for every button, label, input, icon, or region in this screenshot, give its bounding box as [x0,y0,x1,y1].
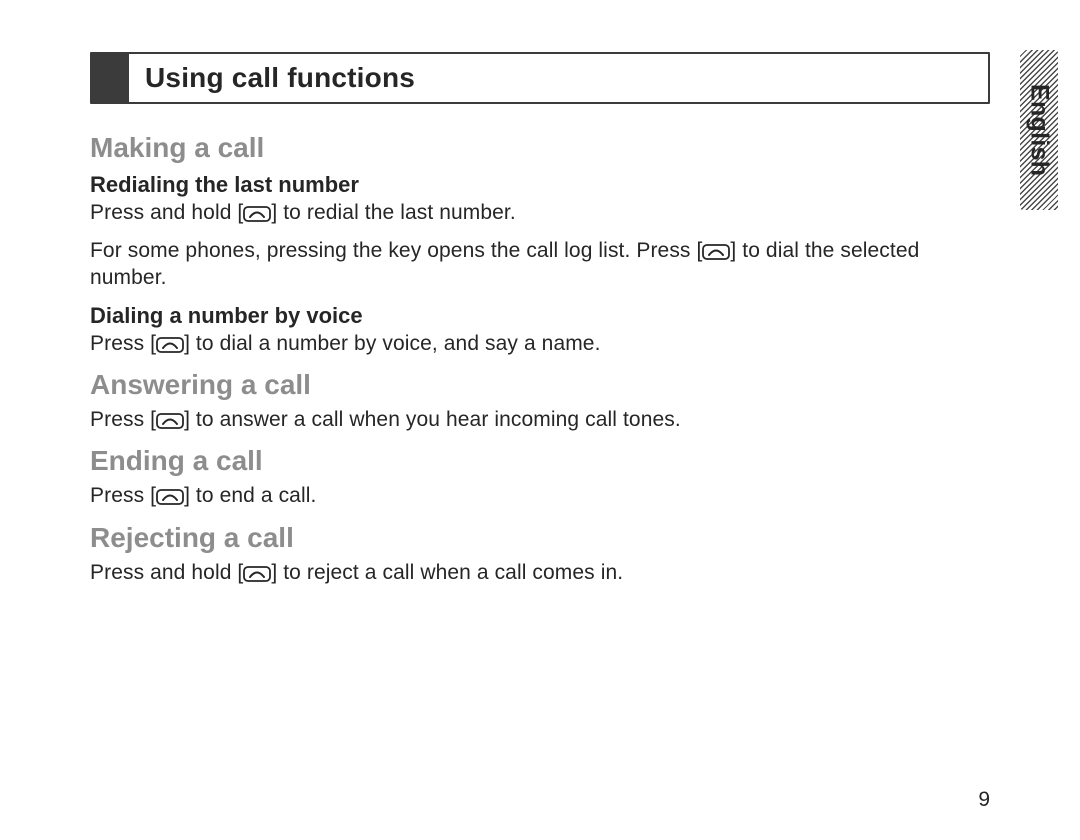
section-answering-heading: Answering a call [90,369,990,401]
page-number: 9 [978,788,990,812]
call-key-icon [702,244,730,260]
chapter-title: Using call functions [129,54,415,102]
call-key-icon [156,337,184,353]
language-tab-label: English [1025,84,1054,176]
subsection-voice-heading: Dialing a number by voice [90,303,990,329]
manual-page: English Using call functions Making a ca… [0,0,1080,840]
redial-para-2: For some phones, pressing the key opens … [90,238,990,291]
rejecting-para-1: Press and hold [] to reject a call when … [90,560,990,586]
section-ending-heading: Ending a call [90,445,990,477]
answering-para-1: Press [] to answer a call when you hear … [90,407,990,433]
call-key-icon [243,566,271,582]
section-rejecting-heading: Rejecting a call [90,522,990,554]
call-key-icon [156,489,184,505]
redial-para-1: Press and hold [] to redial the last num… [90,200,990,226]
voice-para-1: Press [] to dial a number by voice, and … [90,331,990,357]
subsection-redial-heading: Redialing the last number [90,172,990,198]
chapter-header: Using call functions [90,52,990,104]
chapter-header-block [91,53,129,103]
call-key-icon [156,413,184,429]
section-making-heading: Making a call [90,132,990,164]
call-key-icon [243,206,271,222]
language-tab: English [1020,50,1058,210]
ending-para-1: Press [] to end a call. [90,483,990,509]
